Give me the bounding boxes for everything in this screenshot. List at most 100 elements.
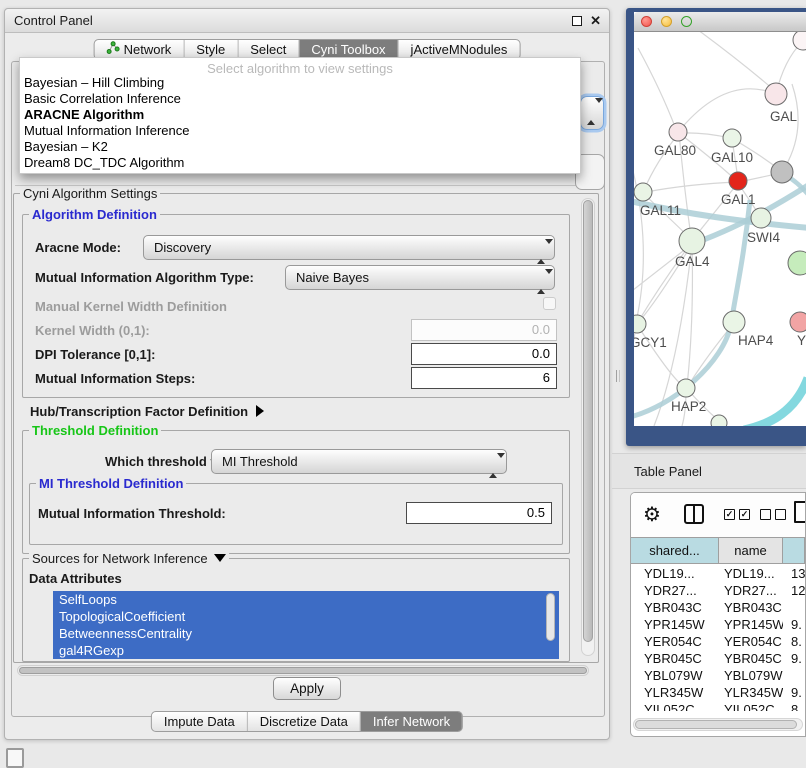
table-row[interactable]: YIL052CYIL052C8 (631, 701, 805, 711)
table-row[interactable]: YBR045CYBR045C9. (631, 650, 805, 667)
combo-spinner-icon (489, 454, 498, 477)
table-row[interactable]: YLR345WYLR345W9. (631, 684, 805, 701)
table-row[interactable]: YBL079WYBL079W (631, 667, 805, 684)
attribute-item-topologicalcoefficient[interactable]: TopologicalCoefficient (53, 608, 559, 625)
table-row[interactable]: YER054CYER054C8. (631, 633, 805, 650)
settings-horizontal-scrollbar[interactable] (17, 665, 589, 676)
manual-kernel-width-checkbox[interactable] (543, 297, 556, 310)
algorithm-item-bayesian-hill-climbing[interactable]: Bayesian – Hill Climbing (20, 75, 580, 91)
scrollbar-thumb[interactable] (635, 720, 797, 729)
which-threshold-value: MI Threshold (222, 454, 298, 469)
tab-infer-network[interactable]: Infer Network (360, 712, 462, 731)
manual-kernel-width-label: Manual Kernel Width Definition (35, 299, 227, 314)
sources-group-title[interactable]: Sources for Network Inference (29, 551, 229, 566)
algorithm-item-aracne-algorithm[interactable]: ARACNE Algorithm (20, 107, 580, 123)
node-hap2[interactable] (677, 379, 695, 397)
network-window-titlebar (634, 12, 806, 32)
close-icon[interactable]: ✕ (590, 13, 601, 29)
table-panel-header: Table Panel (612, 453, 806, 489)
node-gcy1-label: GCY1 (634, 335, 667, 350)
tab-label: Infer Network (373, 711, 450, 732)
column-header-shared[interactable]: shared... (631, 538, 719, 563)
kernel-width-field[interactable]: 0.0 (411, 319, 557, 341)
node-gal1[interactable] (729, 172, 747, 190)
unchecked-checkbox-icon[interactable] (775, 509, 786, 520)
node-gal-partial[interactable] (765, 83, 787, 105)
bottom-tabbar: Impute DataDiscretize Data Infer Network (151, 711, 463, 732)
apply-button[interactable]: Apply (273, 677, 341, 700)
scrollbar-thumb[interactable] (546, 593, 555, 641)
dpi-tolerance-label: DPI Tolerance [0,1]: (35, 347, 155, 362)
node-gal4[interactable] (679, 228, 705, 254)
collapsed-panel-icon[interactable] (6, 748, 24, 768)
table-toolbar: ⚙ ✓ ✓ (631, 493, 805, 537)
table-cell: 9. (783, 684, 805, 701)
node-gal10[interactable] (723, 129, 741, 147)
attribute-item-gal4rgexp[interactable]: gal4RGexp (53, 642, 559, 659)
table-row[interactable]: YDR27...YDR27...12 (631, 582, 805, 599)
zoom-traffic-light-icon[interactable] (681, 16, 692, 27)
table-cell: YDR27... (631, 582, 719, 599)
mi-steps-field[interactable]: 6 (411, 367, 557, 389)
dpi-tolerance-field[interactable]: 0.0 (411, 343, 557, 365)
tab-impute-data[interactable]: Impute Data (152, 712, 247, 731)
scrollbar-thumb[interactable] (583, 200, 593, 642)
node-pink-right[interactable] (790, 312, 806, 332)
attribute-item-selfloops[interactable]: SelfLoops (53, 591, 559, 608)
algorithm-item-bayesian-k2[interactable]: Bayesian – K2 (20, 139, 580, 155)
aracne-mode-combo[interactable]: Discovery (143, 235, 555, 260)
settings-vertical-scrollbar[interactable] (581, 198, 595, 656)
algorithm-item-basic-correlation-inference[interactable]: Basic Correlation Inference (20, 91, 580, 107)
hub-definition-label: Hub/Transcription Factor Definition (30, 404, 248, 419)
node-gray[interactable] (771, 161, 793, 183)
which-threshold-combo[interactable]: MI Threshold (211, 449, 507, 474)
table-horizontal-scrollbar[interactable] (633, 718, 803, 731)
float-window-icon[interactable] (572, 16, 582, 26)
table-rows: YDL19...YDL19...13YDR27...YDR27...12YBR0… (631, 565, 805, 711)
node-top-partial[interactable] (793, 32, 806, 50)
mi-threshold-group: MI Threshold Definition Mutual Informati… (29, 483, 563, 545)
checked-checkbox-icon[interactable]: ✓ (739, 509, 750, 520)
table-cell (783, 667, 805, 684)
network-canvas[interactable]: GALGAL80GAL10GAL1GAL11SWI4GAL4GCY1HAP4YH… (634, 32, 806, 426)
algorithm-item-dream8-dc-tdc-algorithm[interactable]: Dream8 DC_TDC Algorithm (20, 155, 580, 171)
table-cell: 9. (783, 616, 805, 633)
attributes-scrollbar[interactable] (546, 593, 555, 655)
close-traffic-light-icon[interactable] (641, 16, 652, 27)
inference-algorithm-combo-edge[interactable] (580, 96, 604, 130)
combo-spinner-icon (537, 270, 546, 293)
columns-icon[interactable] (684, 504, 704, 524)
scrollbar-thumb[interactable] (19, 667, 587, 674)
minimize-traffic-light-icon[interactable] (661, 16, 672, 27)
panel-resize-handle[interactable] (615, 370, 621, 382)
network-edge-bright (744, 378, 806, 426)
attribute-item-betweennesscentrality[interactable]: BetweennessCentrality (53, 625, 559, 642)
mi-algorithm-type-combo[interactable]: Naive Bayes (285, 265, 555, 290)
table-row[interactable]: YPR145WYPR145W9. (631, 616, 805, 633)
gear-icon[interactable]: ⚙ (643, 502, 661, 527)
mi-threshold-field[interactable]: 0.5 (406, 502, 552, 524)
hub-definition-toggle[interactable]: Hub/Transcription Factor Definition (30, 404, 264, 419)
table-header-row: shared...name (631, 537, 805, 564)
checked-checkbox-icon[interactable]: ✓ (724, 509, 735, 520)
node-gcy1[interactable] (634, 315, 646, 333)
column-header-2[interactable] (783, 538, 805, 563)
table-row[interactable]: YBR043CYBR043C (631, 599, 805, 616)
node-swi4[interactable] (751, 208, 771, 228)
node-hap4[interactable] (723, 311, 745, 333)
tab-discretize-data[interactable]: Discretize Data (247, 712, 360, 731)
node-gal11[interactable] (634, 183, 652, 201)
expanded-arrow-icon (214, 554, 226, 562)
unchecked-checkbox-icon[interactable] (760, 509, 771, 520)
network-graph: GALGAL80GAL10GAL1GAL11SWI4GAL4GCY1HAP4YH… (634, 32, 806, 426)
column-header-name[interactable]: name (719, 538, 783, 563)
node-green-right[interactable] (788, 251, 806, 275)
data-attributes-list[interactable]: SelfLoopsTopologicalCoefficientBetweenne… (53, 591, 559, 659)
table-row[interactable]: YDL19...YDL19...13 (631, 565, 805, 582)
algorithm-item-mutual-information-inference[interactable]: Mutual Information Inference (20, 123, 580, 139)
document-icon[interactable] (794, 501, 806, 523)
node-small-bottom[interactable] (711, 415, 727, 426)
node-gal80[interactable] (669, 123, 687, 141)
mi-threshold-group-title: MI Threshold Definition (36, 476, 186, 491)
algorithm-placeholder: Select algorithm to view settings (20, 58, 580, 75)
